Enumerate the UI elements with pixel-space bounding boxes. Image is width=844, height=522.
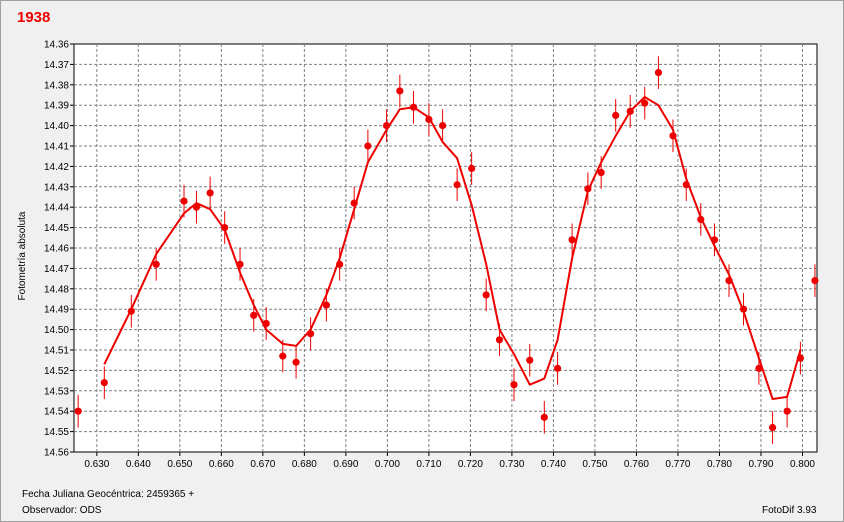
y-tick-label: 14.53 bbox=[44, 386, 69, 397]
x-tick-label: 0.780 bbox=[707, 459, 732, 470]
y-tick-label: 14.42 bbox=[44, 162, 69, 173]
data-point bbox=[540, 413, 548, 421]
y-tick-label: 14.37 bbox=[44, 60, 69, 71]
data-point bbox=[768, 423, 777, 432]
x-tick-label: 0.690 bbox=[333, 459, 358, 470]
y-tick-label: 14.43 bbox=[44, 182, 69, 193]
y-tick-label: 14.47 bbox=[44, 264, 69, 275]
data-point bbox=[453, 181, 461, 189]
x-tick-label: 0.800 bbox=[790, 459, 815, 470]
data-point bbox=[725, 277, 733, 285]
x-tick-label: 0.640 bbox=[126, 459, 151, 470]
data-point bbox=[526, 356, 534, 364]
x-tick-labels: 0.630 0.640 0.650 0.660 0.670 0.680 0.690 0.700… bbox=[84, 452, 815, 470]
data-point bbox=[382, 122, 391, 130]
y-tick-label: 14.49 bbox=[44, 305, 69, 316]
y-tick-label: 14.38 bbox=[44, 80, 69, 91]
y-tick-label: 14.50 bbox=[44, 325, 69, 336]
y-tick-label: 14.52 bbox=[44, 366, 69, 377]
data-point bbox=[322, 301, 330, 309]
x-tick-label: 0.670 bbox=[250, 459, 275, 470]
x-tick-label: 0.700 bbox=[375, 459, 400, 470]
data-point bbox=[350, 199, 358, 207]
grid-lines bbox=[74, 44, 817, 452]
x-tick-label: 0.770 bbox=[665, 459, 690, 470]
data-point bbox=[425, 115, 433, 124]
y-tick-label: 14.54 bbox=[44, 407, 69, 418]
data-point bbox=[739, 305, 748, 313]
x-tick-label: 0.790 bbox=[748, 459, 773, 470]
data-point bbox=[250, 311, 258, 319]
data-point bbox=[510, 381, 518, 389]
y-axis-label: Fotometría absoluta bbox=[17, 211, 28, 300]
data-point bbox=[710, 236, 719, 244]
data-point bbox=[612, 111, 620, 119]
y-tick-label: 14.51 bbox=[44, 346, 69, 357]
data-point bbox=[221, 224, 229, 232]
data-point bbox=[654, 68, 663, 77]
data-point bbox=[192, 203, 201, 211]
data-point bbox=[396, 87, 404, 95]
data-point bbox=[262, 319, 270, 328]
x-tick-label: 0.630 bbox=[84, 459, 109, 470]
x-tick-label: 0.660 bbox=[209, 459, 234, 470]
data-point bbox=[682, 181, 690, 189]
observer-label: Observador: ODS bbox=[22, 505, 102, 516]
data-point bbox=[755, 364, 763, 372]
data-point bbox=[279, 352, 287, 360]
y-tick-label: 14.48 bbox=[44, 284, 69, 295]
y-tick-label: 14.44 bbox=[44, 203, 69, 214]
y-tick-label: 14.36 bbox=[44, 40, 69, 51]
data-point bbox=[495, 336, 504, 344]
x-tick-label: 0.680 bbox=[292, 459, 317, 470]
data-point bbox=[597, 168, 605, 177]
data-point bbox=[468, 164, 476, 173]
y-tick-label: 14.55 bbox=[44, 427, 69, 438]
y-tick-label: 14.39 bbox=[44, 101, 69, 112]
data-point bbox=[641, 99, 649, 107]
data-point bbox=[438, 122, 447, 130]
x-axis-label: Fecha Juliana Geocéntrica: 2459365 + bbox=[22, 489, 195, 500]
software-label: FotoDif 3.93 bbox=[762, 505, 817, 516]
x-tick-label: 0.720 bbox=[458, 459, 483, 470]
x-tick-label: 0.760 bbox=[624, 459, 649, 470]
data-point bbox=[697, 215, 705, 224]
data-point bbox=[568, 236, 576, 244]
data-point bbox=[783, 407, 791, 415]
data-point bbox=[811, 277, 819, 285]
y-tick-label: 14.56 bbox=[44, 448, 69, 459]
photometry-chart: 14.36 14.37 14.38 14.39 14.40 14.41 14.42 14.43… bbox=[17, 40, 819, 470]
x-tick-label: 0.740 bbox=[541, 459, 566, 470]
x-tick-label: 0.650 bbox=[167, 459, 192, 470]
data-point bbox=[482, 291, 490, 299]
data-point bbox=[152, 260, 160, 268]
data-point bbox=[584, 185, 592, 193]
data-point bbox=[74, 407, 82, 415]
y-tick-labels: 14.36 14.37 14.38 14.39 14.40 14.41 14.42 14.43… bbox=[44, 40, 74, 459]
data-point bbox=[409, 103, 418, 111]
x-tick-label: 0.730 bbox=[499, 459, 524, 470]
data-point bbox=[292, 358, 300, 366]
y-tick-label: 14.41 bbox=[44, 142, 69, 153]
data-point bbox=[626, 107, 634, 115]
data-point bbox=[364, 142, 372, 150]
data-point bbox=[553, 364, 562, 372]
data-point bbox=[336, 260, 344, 268]
data-point bbox=[127, 307, 135, 315]
data-point bbox=[306, 330, 315, 338]
y-tick-label: 14.40 bbox=[44, 121, 69, 132]
y-tick-label: 14.45 bbox=[44, 223, 69, 234]
data-point bbox=[100, 379, 108, 387]
x-tick-label: 0.710 bbox=[416, 459, 441, 470]
data-point bbox=[796, 354, 804, 362]
y-tick-label: 14.46 bbox=[44, 244, 69, 255]
data-point bbox=[669, 132, 677, 140]
x-tick-label: 0.750 bbox=[582, 459, 607, 470]
data-point bbox=[236, 260, 244, 268]
data-point bbox=[180, 197, 188, 205]
data-point bbox=[206, 189, 214, 197]
